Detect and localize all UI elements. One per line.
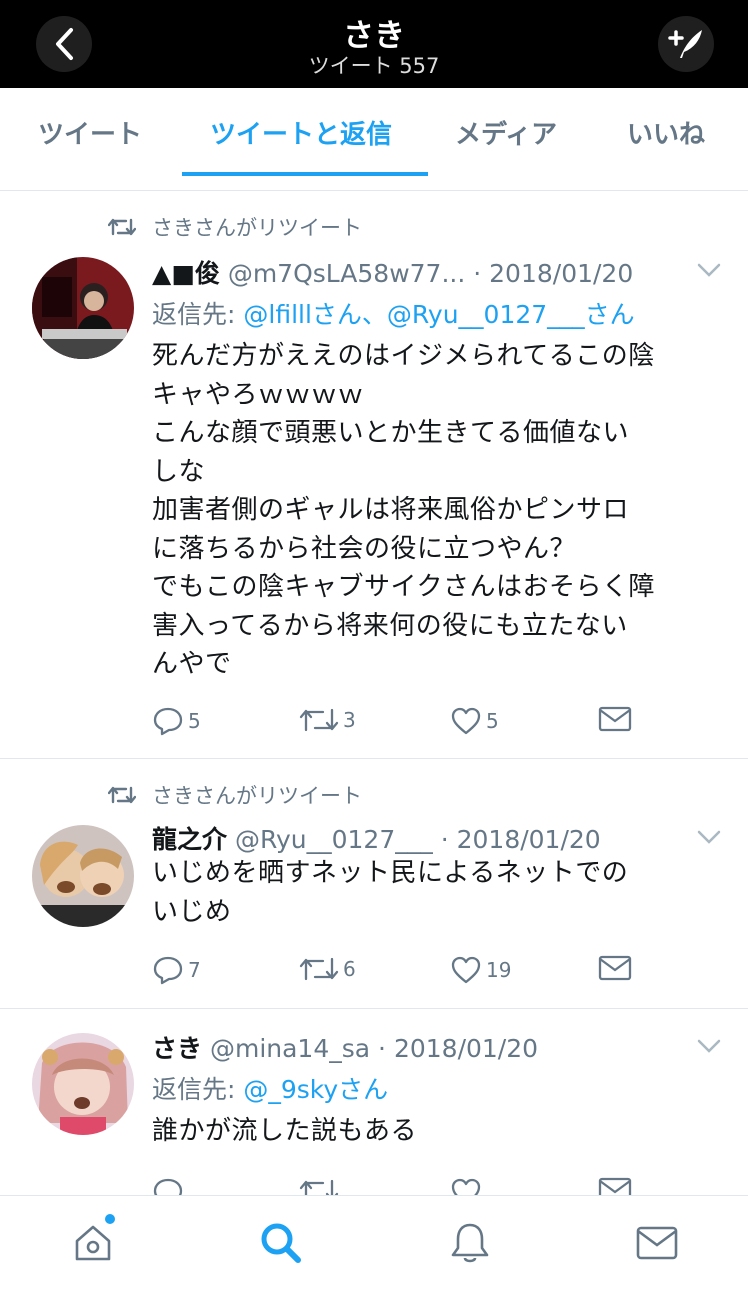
retweet-button[interactable]: 6 [299,955,356,983]
mail-icon [598,955,632,981]
display-name[interactable]: さき [152,1034,202,1063]
tweet-text: 死んだ方がええのはイジメられてるこの陰 キャやろｗｗｗｗ こんな顔で頭悪いとか生… [152,337,722,684]
reply-to-link[interactable]: @_9skyさん [243,1075,388,1104]
tweet-date[interactable]: · 2018/01/20 [441,825,601,854]
compose-tweet-icon [668,30,702,58]
like-button[interactable]: 19 [450,955,511,985]
tweet-text: 誰かが流した説もある [152,1112,722,1151]
reply-icon [153,707,183,736]
like-count: 19 [486,958,512,982]
reply-prefix: 返信先: [152,1075,244,1104]
retweet-icon [299,957,339,981]
reply-button[interactable]: 7 [152,955,201,985]
nav-search[interactable] [256,1218,306,1268]
display-name[interactable]: 龍之介 [152,825,227,854]
tweet-date[interactable]: · 2018/01/20 [378,1034,538,1063]
retweet-context: さきさんがリツイート [108,780,362,810]
dm-button[interactable] [598,955,636,981]
profile-tabs: ツイート ツイートと返信 メディア いいね [0,88,748,178]
nav-notifications[interactable] [445,1218,495,1268]
user-photo-icon [32,1033,134,1135]
user-handle[interactable]: @Ryu__0127___ [235,825,433,854]
reply-button[interactable]: 5 [152,706,201,736]
chevron-down-icon[interactable] [696,829,722,845]
home-icon [75,1225,111,1261]
bottom-nav [0,1195,748,1294]
tweet-text-line: 誰かが流した説もある [152,1116,418,1146]
like-count: 5 [486,709,499,733]
notification-dot [105,1214,115,1224]
mail-icon [636,1226,678,1260]
avatar[interactable] [32,825,134,927]
tab-tweets[interactable]: ツイート [38,114,142,151]
reply-to: 返信先: @lfilllさん、@Ryu__0127___さん [152,295,635,331]
reply-prefix: 返信先: [152,300,244,329]
retweet-count: 3 [343,708,356,732]
tweet-text-line: しな [152,456,206,487]
reply-to: 返信先: @_9skyさん [152,1070,388,1106]
tweet-header: 龍之介 @Ryu__0127___ · 2018/01/20 [152,820,601,856]
user-photo-icon [32,257,134,359]
user-photo-icon [32,825,134,927]
tweet-actions: 5 3 5 [152,706,642,740]
tweet-divider [0,758,748,759]
user-handle[interactable]: @m7QsLA58w77... [228,259,465,288]
tweet-text-line: 死んだ方がええのはイジメられてるこの陰 [152,341,655,371]
user-handle[interactable]: @mina14_sa [210,1034,370,1063]
tweet-text-line: いじめを晒すネット民によるネットでの [152,858,629,888]
tweet-text-line: こんな顔で頭悪いとか生きてる価値ない [152,418,630,448]
retweet-label: さきさんがリツイート [152,216,362,240]
retweet-icon [108,786,136,804]
chevron-down-icon[interactable] [696,262,722,278]
tweet-actions: 7 6 19 [152,955,642,989]
tab-media[interactable]: メディア [455,114,557,151]
retweet-label: さきさんがリツイート [152,784,362,808]
profile-header: さき ツイート 557 [0,0,748,88]
nav-messages[interactable] [632,1218,682,1268]
tweet-text-line: でもこの陰キャブサイクさんはおそらく障 [152,572,655,602]
reply-icon [153,956,183,985]
retweet-button[interactable]: 3 [299,706,356,734]
tweet-count: ツイート 557 [308,54,440,78]
heart-icon [451,956,481,984]
tweet-header: ▲■俊 @m7QsLA58w77... · 2018/01/20 [152,254,633,290]
bell-icon [451,1223,489,1263]
tweet-text: いじめを晒すネット民によるネットでの いじめ [152,854,722,931]
mail-icon [598,706,632,732]
chevron-down-icon[interactable] [696,1038,722,1054]
profile-name: さき [343,18,405,54]
tweet-text-line: 害入ってるから将来何の役にも立たない [152,610,628,641]
nav-home[interactable] [68,1214,118,1268]
search-icon [261,1223,301,1263]
heart-icon [451,707,481,735]
reply-count: 5 [188,709,201,733]
tweet-text-line: んやで [152,649,232,679]
retweet-icon [299,708,339,732]
display-name[interactable]: ▲■俊 [152,259,220,288]
tab-tweets-and-replies[interactable]: ツイートと返信 [210,114,392,151]
avatar[interactable] [32,257,134,359]
tweet-text-line: キャやろｗｗｗｗ [152,379,365,410]
active-tab-indicator [182,172,428,176]
dm-button[interactable] [598,706,636,732]
tab-likes[interactable]: いいね [627,114,705,151]
tabs-divider [0,190,748,191]
reply-to-link[interactable]: @lfilllさん、@Ryu__0127___さん [243,300,634,329]
compose-button[interactable] [658,16,714,72]
retweet-icon [108,218,136,236]
reply-count: 7 [188,958,201,982]
tweet-header: さき @mina14_sa · 2018/01/20 [152,1029,538,1065]
tweet-text-line: に落ちるから社会の役に立つやん？ [152,533,577,564]
like-button[interactable]: 5 [450,706,499,736]
tweet-text-line: いじめ [152,896,232,927]
tweet-text-line: 加害者側のギャルは将来風俗かピンサロ [152,495,630,525]
retweet-context: さきさんがリツイート [108,212,362,242]
tweet-divider [0,1008,748,1009]
avatar[interactable] [32,1033,134,1135]
tweet-date[interactable]: · 2018/01/20 [473,259,633,288]
retweet-count: 6 [343,957,356,981]
